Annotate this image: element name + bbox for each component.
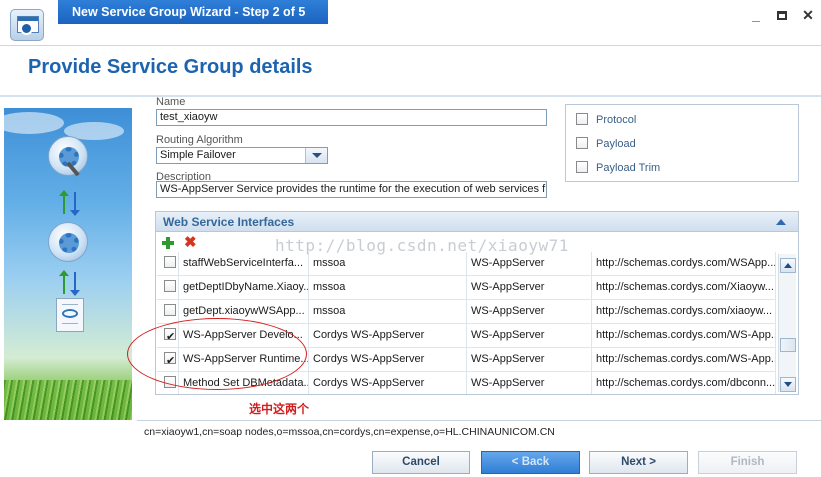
cancel-button[interactable]: Cancel bbox=[372, 451, 470, 474]
add-icon[interactable] bbox=[162, 237, 174, 249]
status-bar: cn=xiaoyw1,cn=soap nodes,o=mssoa,cn=cord… bbox=[137, 420, 821, 442]
arrow-up-icon bbox=[59, 270, 69, 294]
interface-namespace: http://schemas.cordys.com/WS-App... bbox=[592, 348, 776, 371]
next-button[interactable]: Next > bbox=[589, 451, 688, 474]
document-icon bbox=[56, 298, 84, 332]
window-title: New Service Group Wizard - Step 2 of 5 bbox=[58, 0, 328, 24]
interface-organization: mssoa bbox=[309, 300, 467, 323]
name-label: Name bbox=[156, 96, 186, 108]
header-divider bbox=[0, 95, 821, 97]
routing-algorithm-value: Simple Failover bbox=[160, 149, 236, 161]
arrow-up-icon bbox=[59, 190, 69, 214]
interface-namespace: http://schemas.cordys.com/Xiaoyw... bbox=[592, 276, 776, 299]
delete-icon[interactable]: ✖ bbox=[184, 235, 197, 250]
routing-algorithm-select[interactable]: Simple Failover bbox=[156, 147, 328, 164]
row-checkbox-cell[interactable] bbox=[157, 300, 179, 323]
option-payload-trim[interactable]: Payload Trim bbox=[576, 161, 660, 175]
step-gear-icon bbox=[48, 222, 88, 262]
interfaces-scrollbar[interactable] bbox=[778, 254, 796, 392]
name-input[interactable]: test_xiaoyw bbox=[156, 109, 547, 126]
minimize-button[interactable]: _ bbox=[748, 8, 764, 22]
row-checkbox[interactable] bbox=[164, 256, 176, 269]
interface-organization: Cordys WS-AppServer bbox=[309, 324, 467, 347]
wizard-header: Provide Service Group details bbox=[0, 46, 821, 96]
window-title-bar: New Service Group Wizard - Step 2 of 5 _… bbox=[0, 0, 821, 46]
interface-organization: Cordys WS-AppServer bbox=[309, 372, 467, 394]
table-row[interactable]: getDeptIDbyName.Xiaoy... mssoa WS-AppSer… bbox=[157, 276, 776, 300]
table-row[interactable]: staffWebServiceInterfa... mssoa WS-AppSe… bbox=[157, 252, 776, 276]
arrow-down-icon bbox=[70, 272, 80, 296]
interfaces-title: Web Service Interfaces bbox=[163, 215, 295, 229]
finish-button[interactable]: Finish bbox=[698, 451, 797, 474]
routing-algorithm-label: Routing Algorithm bbox=[156, 134, 243, 146]
annotation-text: 选中这两个 bbox=[249, 402, 310, 416]
payload-label: Payload bbox=[596, 138, 636, 150]
payload-trim-checkbox[interactable] bbox=[576, 161, 588, 174]
close-button[interactable]: ✕ bbox=[800, 8, 816, 22]
options-panel: Protocol Payload Payload Trim bbox=[565, 104, 799, 182]
step-configure-icon bbox=[48, 136, 88, 177]
description-input[interactable]: WS-AppServer Service provides the runtim… bbox=[156, 181, 547, 198]
row-checkbox[interactable] bbox=[164, 280, 176, 293]
payload-trim-label: Payload Trim bbox=[596, 162, 661, 174]
cloud bbox=[4, 112, 64, 134]
watermark: http://blog.csdn.net/xiaoyw71 bbox=[275, 236, 569, 255]
option-protocol[interactable]: Protocol bbox=[576, 113, 636, 127]
collapse-icon[interactable] bbox=[776, 219, 786, 225]
interface-type: WS-AppServer bbox=[467, 276, 592, 299]
interface-namespace: http://schemas.cordys.com/WSApp... bbox=[592, 252, 776, 275]
interface-namespace: http://schemas.cordys.com/WS-App... bbox=[592, 324, 776, 347]
annotation-ellipse bbox=[127, 318, 307, 390]
maximize-icon bbox=[777, 11, 787, 20]
interface-organization: Cordys WS-AppServer bbox=[309, 348, 467, 371]
chevron-down-icon[interactable] bbox=[305, 148, 327, 163]
scroll-thumb[interactable] bbox=[780, 338, 796, 352]
protocol-label: Protocol bbox=[596, 114, 637, 126]
interfaces-header: Web Service Interfaces bbox=[156, 212, 798, 232]
interface-type: WS-AppServer bbox=[467, 300, 592, 323]
interface-type: WS-AppServer bbox=[467, 252, 592, 275]
protocol-checkbox[interactable] bbox=[576, 113, 588, 126]
interface-name: staffWebServiceInterfa... bbox=[179, 252, 309, 275]
interface-namespace: http://schemas.cordys.com/dbconn... bbox=[592, 372, 776, 394]
page-title: Provide Service Group details bbox=[28, 56, 313, 78]
interface-namespace: http://schemas.cordys.com/xiaoyw... bbox=[592, 300, 776, 323]
interface-name: getDeptIDbyName.Xiaoy... bbox=[179, 276, 309, 299]
row-checkbox[interactable] bbox=[164, 304, 176, 317]
app-icon bbox=[10, 9, 44, 41]
interface-organization: mssoa bbox=[309, 252, 467, 275]
interface-type: WS-AppServer bbox=[467, 348, 592, 371]
row-checkbox-cell[interactable] bbox=[157, 252, 179, 275]
interface-organization: mssoa bbox=[309, 276, 467, 299]
scroll-down-button[interactable] bbox=[780, 377, 796, 392]
distinguished-name: cn=xiaoyw1,cn=soap nodes,o=mssoa,cn=cord… bbox=[144, 426, 555, 438]
back-button[interactable]: < Back bbox=[481, 451, 580, 474]
scroll-up-button[interactable] bbox=[780, 258, 796, 273]
maximize-button[interactable] bbox=[774, 8, 790, 22]
row-checkbox-cell[interactable] bbox=[157, 276, 179, 299]
arrow-down-icon bbox=[70, 192, 80, 216]
option-payload[interactable]: Payload bbox=[576, 137, 636, 151]
interface-type: WS-AppServer bbox=[467, 324, 592, 347]
interface-type: WS-AppServer bbox=[467, 372, 592, 394]
wizard-illustration bbox=[4, 108, 132, 420]
payload-checkbox[interactable] bbox=[576, 137, 588, 150]
